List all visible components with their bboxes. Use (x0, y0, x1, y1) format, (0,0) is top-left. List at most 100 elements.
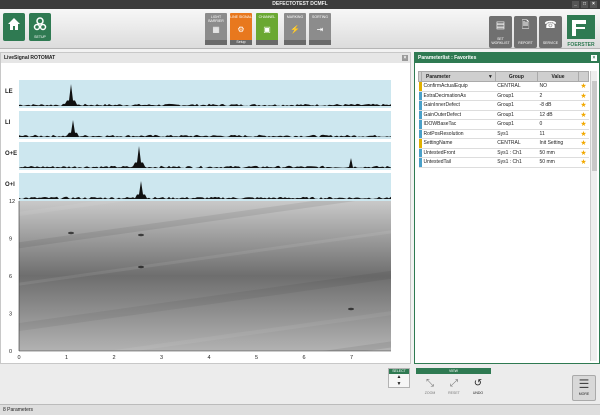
table-row[interactable]: ExtraDecimationAs Group1 2 ★ (418, 91, 589, 101)
foerster-logo: FOERSTER (565, 15, 597, 48)
arrow-down-icon[interactable]: ▼ (389, 381, 409, 388)
mode-label: SORTING (312, 15, 328, 19)
undo-icon: ↺ (473, 378, 483, 389)
parameter-value[interactable]: 12 dB (537, 110, 579, 120)
parameter-value[interactable]: Init Setting (537, 138, 579, 149)
button-label: SERVICE (542, 41, 559, 45)
more-button[interactable]: ☰ MORE (572, 375, 596, 401)
parameter-name: ConfirmActualEquip (421, 81, 496, 92)
defect-indication (138, 265, 144, 269)
mode-channel[interactable]: CHANNEL ▣ (256, 13, 278, 45)
y-tick-label: 9 (9, 237, 12, 243)
button-label: UNDO (472, 391, 484, 395)
mode-label: LIGHT BARRIER (208, 15, 224, 23)
view-label: VIEW (416, 368, 491, 374)
report-button[interactable]: 🗎 REPORT (514, 16, 537, 48)
favorite-star-icon[interactable]: ★ (578, 110, 589, 120)
signal-display[interactable]: LELIO+EO+I1296300 1 2 3 4 5 6 7 (1, 63, 410, 363)
x-tick-label: 7 (350, 355, 353, 361)
button-label: RESET (448, 391, 460, 395)
report-icon: 🗎 (521, 20, 530, 31)
favorite-star-icon[interactable]: ★ (578, 81, 589, 92)
select-control[interactable]: SELECT ▲ ▼ (388, 368, 410, 388)
more-label: MORE (578, 392, 590, 396)
column-header-group[interactable]: Group (494, 71, 539, 82)
parameter-group: Group1 (495, 100, 538, 111)
view-controls: VIEW ⤡ ZOOM ⤢ RESET ↺ UNDO (416, 368, 491, 402)
table-row[interactable]: GainInnerDefect Group1 -8 dB ★ (418, 100, 589, 111)
undo-button[interactable]: ↺ UNDO (468, 377, 488, 401)
channel-trace-background (19, 173, 391, 201)
column-header-parameter[interactable]: Parameter ▼ (421, 71, 496, 82)
worklist-icon: ▤ (495, 20, 506, 31)
table-row[interactable]: RotPosResolution Sys1 11 ★ (418, 129, 589, 139)
parameter-group: Group1 (495, 91, 538, 101)
y-tick-label: 12 (9, 199, 15, 205)
table-row[interactable]: ConfirmActualEquip CENTRAL NO ★ (418, 81, 589, 92)
parameter-name: IDOWBaseTac (421, 119, 496, 130)
column-header-value[interactable]: Value (537, 71, 579, 82)
mode-light-barrier[interactable]: LIGHT BARRIER ▦ (205, 13, 227, 45)
channel-label: LI (5, 120, 11, 126)
mode-marking[interactable]: MARKING ⚡ (284, 13, 306, 45)
table-row[interactable]: IDOWBaseTac Group1 0 ★ (418, 119, 589, 130)
panel-close-button[interactable]: × (591, 55, 597, 61)
parameter-value[interactable]: 11 (537, 129, 579, 139)
scrollbar[interactable] (590, 71, 597, 361)
home-button[interactable] (3, 13, 25, 41)
parameter-value[interactable]: 0 (537, 119, 579, 130)
home-icon (8, 18, 20, 30)
defect-indication (68, 231, 74, 235)
close-button[interactable]: × (590, 1, 597, 8)
favorite-star-icon[interactable]: ★ (578, 100, 589, 111)
mode-footer: Setup (230, 40, 252, 45)
favorite-star-icon[interactable]: ★ (578, 91, 589, 101)
parameter-value[interactable]: 50 mm (537, 148, 579, 158)
gear-icon: ⚙ (237, 25, 245, 34)
setup-label: SETUP (34, 35, 46, 39)
service-icon: ☎ (544, 20, 557, 31)
table-row[interactable]: UntestedFront Sys1 : Ch1 50 mm ★ (418, 148, 589, 158)
parameter-value[interactable]: 50 mm (537, 157, 579, 168)
favorite-star-icon[interactable]: ★ (578, 148, 589, 158)
favorite-star-icon[interactable]: ★ (578, 157, 589, 168)
parameter-group: Sys1 : Ch1 (495, 157, 538, 168)
button-label: SET WORKLIST (491, 37, 510, 45)
parameter-name: GainInnerDefect (421, 100, 496, 111)
parameter-group: CENTRAL (495, 81, 538, 92)
panel-close-button[interactable]: × (402, 55, 408, 61)
sort-down-icon: ▼ (487, 73, 493, 80)
parameter-value[interactable]: -8 dB (537, 100, 579, 111)
service-button[interactable]: ☎ SERVICE (539, 16, 562, 48)
c-scan-texture (19, 201, 391, 351)
button-label: REPORT (518, 41, 533, 45)
parameter-name: UntestedFront (421, 148, 496, 158)
x-tick-label: 5 (255, 355, 258, 361)
parameter-value[interactable]: NO (537, 81, 579, 92)
set-worklist-button[interactable]: ▤ SET WORKLIST (489, 16, 512, 48)
mode-line-signal[interactable]: LINE SIGNAL ⚙ Setup (230, 13, 252, 45)
zoom-button[interactable]: ⤡ ZOOM (420, 377, 440, 401)
parameter-value[interactable]: 2 (537, 91, 579, 101)
x-tick-label: 3 (160, 355, 163, 361)
favorite-star-icon[interactable]: ★ (578, 119, 589, 130)
parameter-name: UntestedTail (421, 157, 496, 168)
mode-sorting[interactable]: SORTING ⇥ (309, 13, 331, 45)
mode-label: MARKING (286, 15, 304, 19)
favorite-star-icon[interactable]: ★ (578, 138, 589, 149)
table-row[interactable]: GainOuterDefect Group1 12 dB ★ (418, 110, 589, 120)
setup-button[interactable]: SETUP (29, 13, 51, 41)
reset-button[interactable]: ⤢ RESET (444, 377, 464, 401)
table-row[interactable]: SettingName CENTRAL Init Setting ★ (418, 138, 589, 149)
column-favorite (578, 71, 589, 82)
favorite-star-icon[interactable]: ★ (578, 129, 589, 139)
minimize-button[interactable]: _ (572, 1, 579, 8)
arrow-up-icon[interactable]: ▲ (389, 374, 409, 381)
parameter-name: GainOuterDefect (421, 110, 496, 120)
mode-footer (284, 40, 306, 45)
panel-title: LiveSignal ROTOMAT (4, 55, 56, 61)
maximize-button[interactable]: □ (581, 1, 588, 8)
sorting-icon: ⇥ (316, 25, 324, 34)
parameter-name: SettingName (421, 138, 496, 149)
table-row[interactable]: UntestedTail Sys1 : Ch1 50 mm ★ (418, 157, 589, 168)
